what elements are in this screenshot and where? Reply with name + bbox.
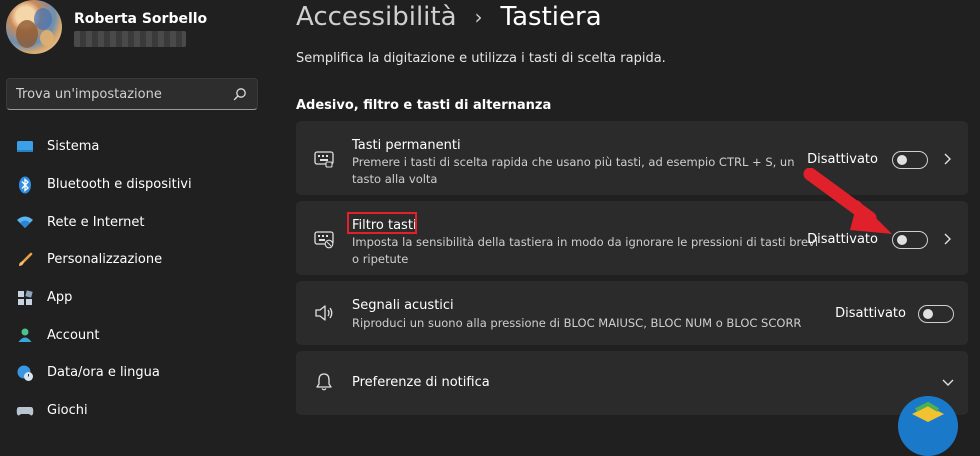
bell-icon — [316, 373, 332, 391]
sidebar-item-label: Sistema — [47, 139, 100, 155]
sidebar-item-account[interactable]: Account — [0, 316, 270, 354]
paintbrush-icon — [16, 251, 34, 269]
logo-icon — [898, 396, 958, 456]
sidebar-item-label: Data/ora e lingua — [47, 365, 160, 381]
chevron-right-icon[interactable] — [942, 232, 952, 246]
sidebar-item-data-ora[interactable]: Data/ora e lingua — [0, 354, 270, 392]
annotation-arrow-icon — [803, 168, 892, 234]
monitor-icon — [16, 138, 34, 156]
search-input[interactable] — [16, 85, 216, 103]
sidebar-item-label: Rete e Internet — [47, 214, 145, 230]
search-box[interactable] — [6, 78, 258, 110]
person-icon — [16, 326, 34, 344]
sidebar-nav: Sistema Bluetooth e dispositivi Rete e I… — [0, 128, 270, 430]
speaker-icon — [315, 305, 333, 321]
keyboard-icon — [314, 151, 334, 168]
sidebar-item-personalizzazione[interactable]: Personalizzazione — [0, 241, 270, 279]
setting-description: Premere i tasti di scelta rapida che usa… — [352, 155, 795, 186]
controller-icon — [16, 402, 34, 420]
globe-clock-icon — [16, 364, 34, 382]
section-title: Adesivo, filtro e tasti di alternanza — [296, 98, 552, 113]
page-subtitle: Semplifica la digitazione e utilizza i t… — [296, 51, 666, 66]
sidebar-item-label: Account — [47, 327, 100, 343]
sidebar-item-label: App — [47, 290, 73, 306]
page-title: Tastiera — [500, 2, 602, 32]
chevron-down-icon[interactable] — [941, 377, 955, 387]
setting-description: Riproduci un suono alla pressione di BLO… — [352, 316, 802, 330]
setting-description: Imposta la sensibilità della tastiera in… — [352, 235, 819, 266]
sidebar-item-rete[interactable]: Rete e Internet — [0, 203, 270, 241]
bluetooth-icon — [16, 176, 34, 194]
wifi-icon — [16, 213, 34, 231]
sidebar-item-label: Personalizzazione — [47, 252, 163, 268]
chevron-right-icon[interactable] — [942, 152, 952, 166]
sidebar-item-app[interactable]: App — [0, 279, 270, 317]
setting-card-toggle-keys[interactable]: Segnali acustici Riproduci un suono alla… — [296, 281, 968, 345]
setting-card-notification-preferences[interactable]: Preferenze di notifica — [296, 351, 968, 415]
apps-icon — [16, 289, 34, 307]
user-name: Roberta Sorbello — [74, 11, 208, 27]
sidebar-item-bluetooth[interactable]: Bluetooth e dispositivi — [0, 166, 270, 204]
breadcrumb-separator: › — [474, 5, 483, 29]
toggle-state-label: Disattivato — [835, 306, 906, 321]
sidebar-item-giochi[interactable]: Giochi — [0, 392, 270, 430]
sidebar-item-sistema[interactable]: Sistema — [0, 128, 270, 166]
toggle-state-label: Disattivato — [807, 152, 878, 167]
toggle-switch[interactable] — [892, 151, 928, 169]
keyboard-filter-icon — [314, 231, 334, 249]
toggle-switch[interactable] — [918, 305, 954, 323]
setting-title: Tasti permanenti — [352, 138, 461, 153]
setting-title: Segnali acustici — [352, 298, 454, 313]
breadcrumb: Accessibilità › Tastiera — [296, 0, 602, 34]
annotation-highlight-box — [347, 212, 417, 234]
setting-title: Preferenze di notifica — [352, 375, 490, 390]
sidebar-item-label: Bluetooth e dispositivi — [47, 177, 192, 193]
sidebar-item-label: Giochi — [47, 403, 88, 419]
search-icon[interactable] — [233, 87, 247, 101]
user-email-redacted — [74, 31, 186, 47]
breadcrumb-parent[interactable]: Accessibilità — [296, 2, 457, 32]
avatar[interactable] — [6, 0, 62, 54]
